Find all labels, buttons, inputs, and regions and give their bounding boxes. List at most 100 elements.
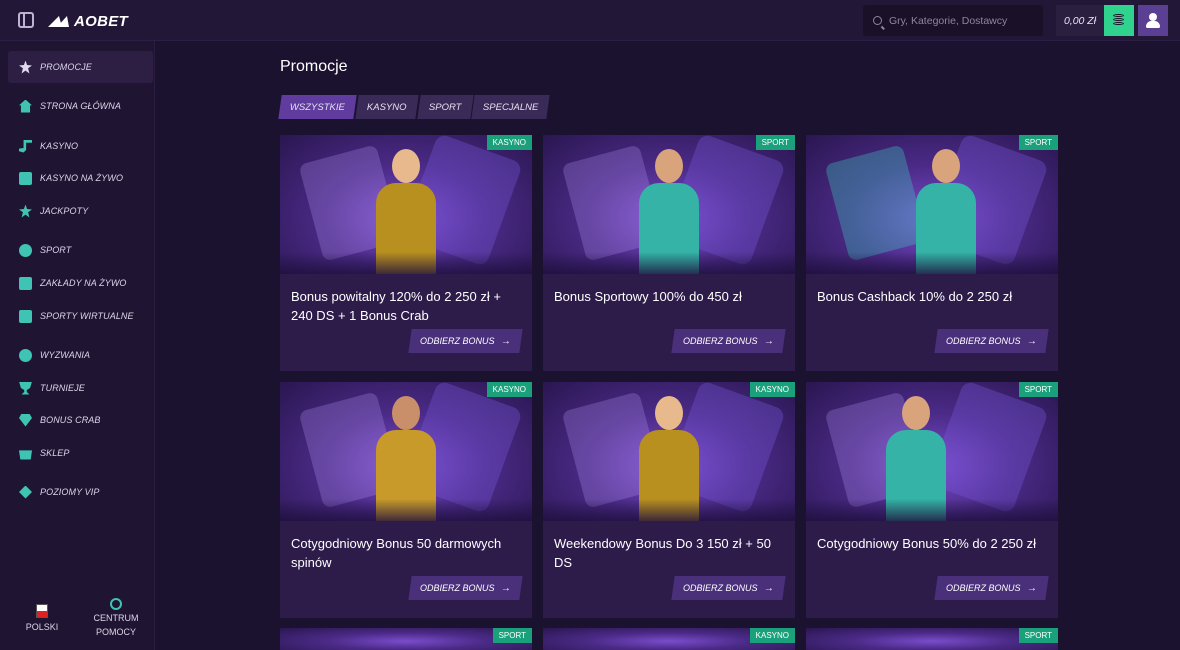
tab-label: SPECJALNE [483,101,539,113]
logo[interactable]: AOBET [50,11,128,31]
sidebar-item-label: SKLEP [40,448,70,458]
tab-sport[interactable]: SPORT [416,95,473,119]
claim-bonus-button[interactable]: ODBIERZ BONUS → [408,329,523,353]
sidebar-item-label: JACKPOTY [40,206,89,216]
sidebar-item-wyzwania[interactable]: WYZWANIA [8,339,153,371]
language-selector[interactable]: POLSKI [18,604,66,632]
user-icon [1146,13,1160,28]
tab-label: SPORT [428,101,462,113]
promo-card[interactable]: SPORT Bonus Cashback 10% do 2 250 zł ODB… [806,135,1058,371]
sidebar-item-strona-glowna[interactable]: STRONA GŁÓWNA [8,90,153,122]
promo-filter-tabs: WSZYSTKIE KASYNO SPORT SPECJALNE [278,95,551,119]
promo-card[interactable]: KASYNO Bonus powitalny 120% do 2 250 zł … [280,135,532,371]
top-bar: AOBET 0,00 Zł [0,0,1180,41]
help-label-line1: CENTRUM [93,613,139,623]
claim-bonus-button[interactable]: ODBIERZ BONUS → [408,576,523,600]
arrow-right-icon: → [764,582,774,594]
home-icon [19,99,32,113]
claim-label: ODBIERZ BONUS [420,583,495,593]
promo-title: Weekendowy Bonus Do 3 150 zł + 50 DS [554,536,771,570]
help-icon [110,598,122,610]
search-icon [873,16,882,25]
tab-kasyno[interactable]: KASYNO [355,95,419,119]
sidebar-item-promocje[interactable]: PROMOCJE [8,51,153,83]
category-badge: SPORT [1018,628,1058,643]
sidebar-item-sklep[interactable]: SKLEP [8,437,153,469]
category-badge: KASYNO [486,135,532,150]
promo-image [280,382,532,521]
claim-label: ODBIERZ BONUS [420,336,495,346]
promo-card[interactable]: KASYNO Weekendowy Bonus Do 3 150 zł + 50… [543,382,795,618]
promo-card[interactable]: SPORT Bonus Sportowy 100% do 450 zł ODBI… [543,135,795,371]
sidebar-item-bonus-crab[interactable]: BONUS CRAB [8,404,153,436]
deposit-button[interactable] [1104,5,1134,36]
page-title: Promocje [280,58,348,75]
promo-image [806,382,1058,521]
sidebar-item-label: POZIOMY VIP [40,487,100,497]
sidebar-item-sport[interactable]: SPORT [8,234,153,266]
promo-card[interactable]: KASYNO [543,628,795,650]
promo-image [543,382,795,521]
music-note-icon [19,139,32,153]
tab-label: KASYNO [366,101,407,113]
sidebar-toggle-icon[interactable] [18,12,34,28]
claim-bonus-button[interactable]: ODBIERZ BONUS → [671,576,786,600]
sidebar: PROMOCJE STRONA GŁÓWNA KASYNO KASYNO NA … [0,41,155,650]
sidebar-item-poziomy-vip[interactable]: POZIOMY VIP [8,476,153,508]
sidebar-item-kasyno[interactable]: KASYNO [8,130,153,162]
sidebar-item-label: SPORT [40,245,72,255]
sidebar-item-label: ZAKŁADY NA ŻYWO [40,278,127,288]
promo-card[interactable]: SPORT Cotygodniowy Bonus 50% do 2 250 zł… [806,382,1058,618]
claim-label: ODBIERZ BONUS [946,583,1021,593]
virtual-sports-icon [19,309,32,323]
promo-image [806,135,1058,274]
arrow-right-icon: → [501,582,511,594]
arrow-right-icon: → [1027,582,1037,594]
poland-flag-icon [36,604,48,618]
balance-display[interactable]: 0,00 Zł [1056,5,1104,36]
sidebar-item-sporty-wirtualne[interactable]: SPORTY WIRTUALNE [8,300,153,332]
tab-label: WSZYSTKIE [290,101,345,113]
sidebar-item-label: TURNIEJE [40,383,85,393]
shop-bag-icon [19,450,32,460]
sport-icon [19,243,32,257]
sidebar-item-kasyno-na-zywo[interactable]: KASYNO NA ŻYWO [8,162,153,194]
trophy-icon [19,381,32,395]
tab-specjalne[interactable]: SPECJALNE [471,95,551,119]
promo-title: Bonus powitalny 120% do 2 250 zł + 240 D… [291,289,501,323]
promo-title: Bonus Sportowy 100% do 450 zł [554,289,742,304]
sidebar-item-turnieje[interactable]: TURNIEJE [8,372,153,404]
promo-card[interactable]: KASYNO Cotygodniowy Bonus 50 darmowych s… [280,382,532,618]
category-badge: SPORT [755,135,795,150]
help-center-link[interactable]: CENTRUM POMOCY [88,598,144,639]
promo-title: Bonus Cashback 10% do 2 250 zł [817,289,1013,304]
tab-wszystkie[interactable]: WSZYSTKIE [278,95,357,119]
sidebar-item-label: PROMOCJE [40,62,92,72]
sidebar-item-zaklady-na-zywo[interactable]: ZAKŁADY NA ŻYWO [8,267,153,299]
language-label: POLSKI [25,622,59,632]
promo-title: Cotygodniowy Bonus 50% do 2 250 zł [817,536,1036,551]
arrow-right-icon: → [1027,335,1037,347]
user-account-button[interactable] [1138,5,1168,36]
promo-card[interactable]: SPORT [806,628,1058,650]
claim-bonus-button[interactable]: ODBIERZ BONUS → [671,329,786,353]
search-input[interactable] [889,14,1039,27]
sidebar-item-label: SPORTY WIRTUALNE [40,311,134,321]
sidebar-item-label: KASYNO NA ŻYWO [40,173,124,183]
promo-card[interactable]: SPORT [280,628,532,650]
claim-bonus-button[interactable]: ODBIERZ BONUS → [934,576,1049,600]
logo-text: AOBET [74,12,128,30]
sidebar-item-jackpoty[interactable]: JACKPOTY [8,195,153,227]
claim-label: ODBIERZ BONUS [946,336,1021,346]
clover-icon [19,204,32,218]
diamond-icon [19,485,32,499]
logo-mark-icon [50,14,72,28]
category-badge: SPORT [492,628,532,643]
search-box[interactable] [863,5,1043,36]
challenge-icon [19,348,32,362]
live-bets-icon [19,276,32,290]
gift-icon [19,60,32,74]
category-badge: SPORT [1018,135,1058,150]
claim-bonus-button[interactable]: ODBIERZ BONUS → [934,329,1049,353]
category-badge: KASYNO [486,382,532,397]
